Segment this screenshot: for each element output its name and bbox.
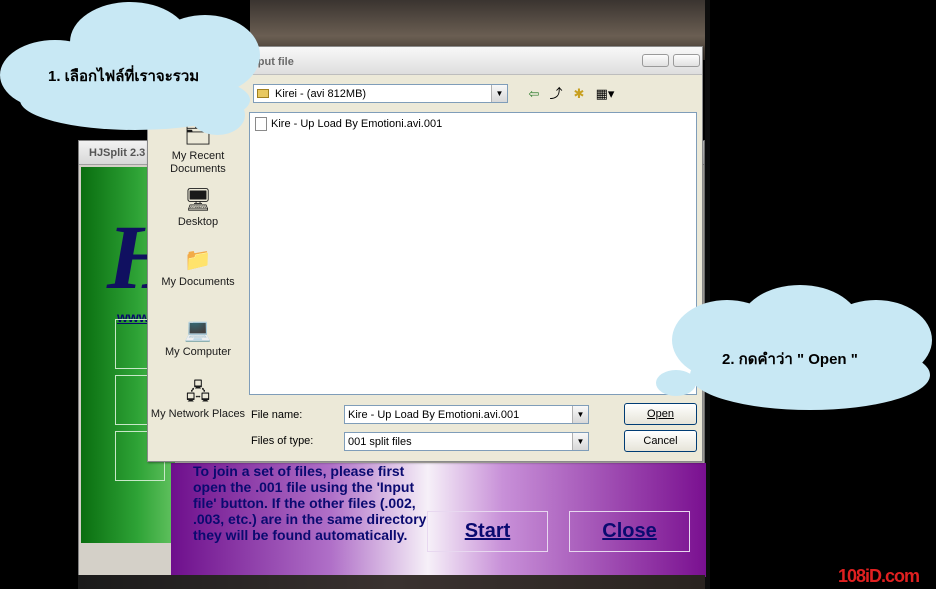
hjsplit-join-panel: To join a set of files, please first ope… bbox=[171, 463, 706, 577]
hjsplit-title: HJSplit 2.3 bbox=[89, 147, 146, 159]
dialog-close-button[interactable] bbox=[673, 54, 700, 67]
place-label: My Recent Documents bbox=[170, 150, 226, 175]
place-label: My Documents bbox=[161, 276, 235, 288]
place-my-computer[interactable]: 💻 My Computer bbox=[150, 317, 246, 359]
desktop-background-bottom bbox=[78, 575, 705, 589]
file-name-input[interactable]: Kire - Up Load By Emotioni.avi.001 ▼ bbox=[344, 405, 589, 424]
file-name-label: File name: bbox=[251, 409, 303, 421]
network-icon: 🖧 bbox=[185, 379, 211, 404]
open-button[interactable]: Open bbox=[624, 403, 697, 425]
start-button[interactable]: Start bbox=[427, 511, 548, 552]
places-bar: 🗂 My Recent Documents 🖥 Desktop 📁 My Doc… bbox=[150, 109, 246, 435]
dialog-help-button[interactable] bbox=[642, 54, 669, 67]
chevron-down-icon[interactable]: ▼ bbox=[572, 433, 588, 450]
file-type-select[interactable]: 001 split files ▼ bbox=[344, 432, 589, 451]
folder-icon bbox=[257, 89, 269, 98]
watermark-logo: 108iD.com bbox=[838, 566, 920, 586]
chevron-down-icon[interactable]: ▼ bbox=[491, 85, 507, 102]
chevron-down-icon[interactable]: ▼ bbox=[572, 406, 588, 423]
file-type-label: Files of type: bbox=[251, 435, 314, 447]
place-my-documents[interactable]: 📁 My Documents bbox=[150, 247, 246, 289]
look-in-combo[interactable]: Kirei - (avi 812MB) ▼ bbox=[253, 84, 508, 103]
close-button[interactable]: Close bbox=[569, 511, 690, 552]
place-desktop[interactable]: 🖥 Desktop bbox=[150, 187, 246, 229]
place-label: My Network Places bbox=[150, 408, 246, 420]
back-arrow-icon[interactable]: ⇦ bbox=[524, 85, 544, 103]
file-name-text: Kire - Up Load By Emotioni.avi.001 bbox=[271, 118, 443, 130]
file-type-value: 001 split files bbox=[348, 436, 412, 448]
documents-icon: 📁 bbox=[184, 247, 212, 272]
place-my-network-places[interactable]: 🖧 My Network Places bbox=[150, 379, 246, 421]
hjsplit-instructions: To join a set of files, please first ope… bbox=[193, 463, 427, 543]
cancel-button[interactable]: Cancel bbox=[624, 430, 697, 452]
step2-instruction: 2. กดคำว่า " Open " bbox=[722, 351, 858, 368]
desktop-icon: 🖥 bbox=[184, 187, 212, 212]
file-name-value: Kire - Up Load By Emotioni.avi.001 bbox=[348, 409, 520, 421]
new-folder-icon[interactable]: ✱ bbox=[569, 85, 589, 103]
up-folder-icon[interactable]: ⤴ bbox=[546, 85, 566, 103]
place-label: My Computer bbox=[164, 346, 232, 358]
views-menu-icon[interactable]: ▦▾ bbox=[592, 85, 618, 103]
look-in-value: Kirei - (avi 812MB) bbox=[275, 88, 367, 100]
place-label: Desktop bbox=[177, 216, 219, 228]
computer-icon: 💻 bbox=[184, 317, 212, 342]
step1-instruction: 1. เลือกไฟล์ที่เราจะรวม bbox=[48, 68, 200, 85]
file-icon bbox=[255, 117, 267, 131]
file-list-item[interactable]: Kire - Up Load By Emotioni.avi.001 bbox=[253, 116, 442, 132]
file-list: Kire - Up Load By Emotioni.avi.001 bbox=[249, 112, 697, 395]
